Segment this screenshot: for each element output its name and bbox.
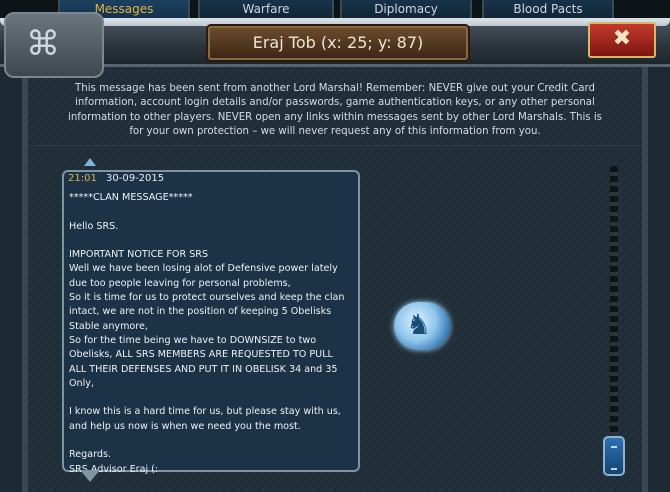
bubble-tail: [80, 470, 100, 482]
dragon-emblem-icon: ♞: [406, 308, 432, 341]
notice-divider: [30, 145, 640, 146]
celtic-knot-icon: ⌘: [26, 24, 60, 64]
security-notice: This message has been sent from another …: [68, 83, 602, 138]
sender-emblem: ♞: [394, 302, 450, 350]
knot-ornament: ⌘: [4, 12, 104, 78]
message-body: *****CLAN MESSAGE***** Hello SRS. IMPORT…: [69, 192, 345, 475]
scroll-track[interactable]: [610, 166, 618, 436]
scroll-handle[interactable]: [603, 436, 625, 476]
window-title: Eraj Tob (x: 25; y: 87): [252, 33, 424, 52]
bubble-top-pointer: [84, 158, 96, 166]
title-plate: Eraj Tob (x: 25; y: 87): [208, 26, 468, 60]
message-date: 30-09-2015: [106, 173, 165, 184]
message-time: 21:01: [68, 173, 97, 184]
close-button[interactable]: ✖: [588, 22, 656, 58]
message-bubble: 21:01 30-09-2015 *****CLAN MESSAGE***** …: [62, 170, 360, 475]
scroll-grip-icon: [611, 446, 617, 470]
close-icon: ✖: [612, 26, 632, 51]
message-meta: 21:01 30-09-2015: [68, 172, 164, 186]
